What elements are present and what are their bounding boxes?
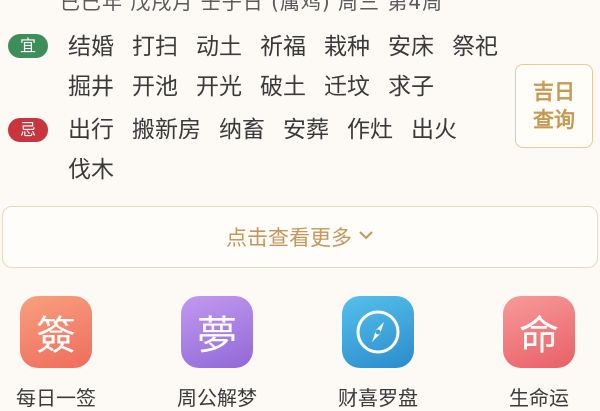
- app-label-compass[interactable]: 财喜罗盘: [308, 382, 448, 411]
- yi-item: 栽种: [324, 34, 370, 60]
- yi-item: 破土: [260, 74, 306, 100]
- dream-icon[interactable]: 夢: [181, 296, 253, 368]
- ji-item: 纳畜: [219, 117, 265, 143]
- app-label-dream[interactable]: 周公解梦: [147, 382, 287, 411]
- date-info-strip: 已巳年 戊戌月 壬子日 (属鸡) 周三 第4周: [60, 0, 444, 14]
- ji-item: 出行: [68, 117, 114, 143]
- yi-item: 安床: [388, 34, 434, 60]
- yi-badge: 宜: [8, 34, 48, 58]
- yi-item: 祈福: [260, 34, 306, 60]
- chevron-down-icon: [358, 226, 374, 245]
- ji-item: 出火: [411, 117, 457, 143]
- yi-line-2: 掘井 开池 开光 破土 迁坟 求子: [68, 67, 508, 107]
- lucky-day-query-line1: 吉日: [533, 80, 575, 104]
- dream-glyph: 夢: [197, 313, 237, 359]
- yi-item: 开池: [132, 74, 178, 100]
- view-more-label: 点击查看更多: [226, 226, 352, 250]
- yi-items: 结婚 打扫 动土 祈福 栽种 安床 祭祀 掘井 开池 开光 破土 迁坟 求子: [68, 27, 508, 107]
- yi-item: 打扫: [132, 34, 178, 60]
- view-more-button[interactable]: 点击查看更多: [2, 206, 598, 268]
- compass-graphic: [356, 310, 400, 354]
- fortune-stick-icon[interactable]: 簽: [20, 296, 92, 368]
- fate-glyph: 命: [519, 313, 559, 359]
- yi-line-1: 结婚 打扫 动土 祈福 栽种 安床 祭祀: [68, 27, 508, 67]
- ji-items: 出行 搬新房 纳畜 安葬 作灶 出火 伐木: [68, 110, 508, 190]
- yi-item: 开光: [196, 74, 242, 100]
- yi-item: 结婚: [68, 34, 114, 60]
- lucky-day-query-line2: 查询: [533, 108, 575, 132]
- app-label-fate[interactable]: 生命运: [469, 382, 600, 411]
- compass-icon[interactable]: [342, 296, 414, 368]
- yi-item: 迁坟: [324, 74, 370, 100]
- ji-badge: 忌: [8, 118, 48, 142]
- yi-item: 动土: [196, 34, 242, 60]
- yi-item: 掘井: [68, 74, 114, 100]
- yi-item: 祭祀: [452, 34, 498, 60]
- ji-item: 伐木: [68, 157, 114, 183]
- ji-line-1: 出行 搬新房 纳畜 安葬 作灶 出火: [68, 110, 508, 150]
- ji-item: 作灶: [347, 117, 393, 143]
- fate-icon[interactable]: 命: [503, 296, 575, 368]
- lucky-day-query-button[interactable]: 吉日 查询: [515, 64, 593, 148]
- app-label-daily-fortune[interactable]: 每日一签: [0, 382, 126, 411]
- ji-line-2: 伐木: [68, 150, 508, 190]
- ji-item: 搬新房: [132, 117, 201, 143]
- fortune-stick-glyph: 簽: [36, 313, 76, 359]
- ji-item: 安葬: [283, 117, 329, 143]
- yi-item: 求子: [388, 74, 434, 100]
